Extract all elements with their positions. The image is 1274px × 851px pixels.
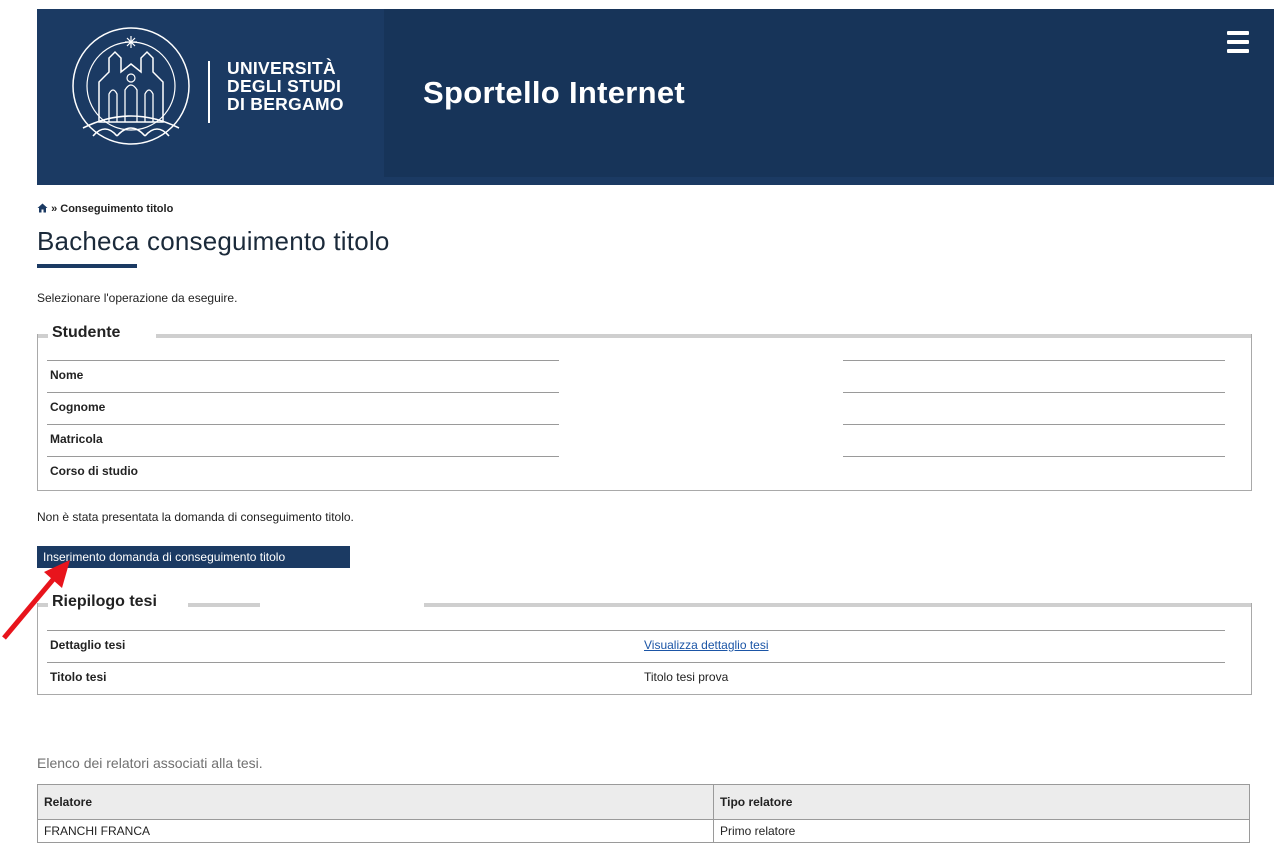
row-divider <box>47 360 559 361</box>
university-name-line-3: DI BERGAMO <box>227 94 344 114</box>
university-name-line-2: DEGLI STUDI <box>227 76 342 96</box>
insert-graduation-request-button[interactable]: Inserimento domanda di conseguimento tit… <box>37 546 350 568</box>
title-underline <box>37 264 137 268</box>
field-label-dettaglio-tesi: Dettaglio tesi <box>50 638 126 652</box>
row-divider <box>843 392 1225 393</box>
field-label-cognome: Cognome <box>50 400 106 414</box>
riepilogo-tesi-fieldset: Riepilogo tesi Dettaglio tesi Visualizza… <box>37 593 1252 695</box>
row-divider <box>47 662 1225 663</box>
relatori-caption: Elenco dei relatori associati alla tesi. <box>37 755 263 771</box>
table-header-row: Relatore Tipo relatore <box>37 784 1250 820</box>
field-label-titolo-tesi: Titolo tesi <box>50 670 107 684</box>
breadcrumb: » Conseguimento titolo <box>37 203 173 215</box>
fieldset-border <box>424 603 1251 607</box>
row-divider <box>843 456 1225 457</box>
row-divider <box>47 456 559 457</box>
fieldset-border <box>188 603 260 607</box>
column-header-tipo-relatore[interactable]: Tipo relatore <box>713 784 1250 820</box>
status-notice: Non è stata presentata la domanda di con… <box>37 510 354 524</box>
relatori-table: Relatore Tipo relatore FRANCHI FRANCA Pr… <box>37 784 1250 843</box>
view-thesis-detail-link[interactable]: Visualizza dettaglio tesi <box>644 638 769 652</box>
logo-divider <box>208 61 210 123</box>
field-value-titolo-tesi: Titolo tesi prova <box>644 670 729 684</box>
cell-relatore: FRANCHI FRANCA <box>37 819 714 843</box>
row-divider <box>843 360 1225 361</box>
row-divider <box>843 424 1225 425</box>
studente-legend: Studente <box>48 324 125 342</box>
page-title: Bacheca conseguimento titolo <box>37 226 390 256</box>
breadcrumb-current: Conseguimento titolo <box>60 203 174 215</box>
field-label-nome: Nome <box>50 368 84 382</box>
row-divider <box>47 424 559 425</box>
header-bottom-strip <box>37 177 1274 185</box>
site-header: UNIVERSITÀ DEGLI STUDI DI BERGAMO Sporte… <box>37 9 1274 185</box>
site-title: Sportello Internet <box>423 75 686 110</box>
table-row: FRANCHI FRANCA Primo relatore <box>37 819 1250 843</box>
cell-tipo-relatore: Primo relatore <box>713 819 1250 843</box>
studente-fieldset: Studente Nome Cognome Matricola Corso di… <box>37 324 1252 491</box>
annotation-arrow-icon <box>2 560 70 640</box>
row-divider <box>47 392 559 393</box>
instructions-text: Selezionare l'operazione da eseguire. <box>37 291 238 305</box>
field-label-corso-di-studio: Corso di studio <box>50 464 138 478</box>
home-icon[interactable] <box>37 203 48 213</box>
column-header-relatore[interactable]: Relatore <box>37 784 714 820</box>
hamburger-menu-icon[interactable] <box>1227 31 1249 53</box>
breadcrumb-separator: » <box>51 203 58 215</box>
university-name-line-1: UNIVERSITÀ <box>227 58 336 78</box>
university-logo[interactable]: UNIVERSITÀ DEGLI STUDI DI BERGAMO <box>37 9 384 185</box>
field-label-matricola: Matricola <box>50 432 103 446</box>
university-seal-icon <box>72 27 190 145</box>
fieldset-border <box>156 334 1251 338</box>
university-name: UNIVERSITÀ DEGLI STUDI DI BERGAMO <box>227 59 344 113</box>
row-divider <box>47 630 1225 631</box>
